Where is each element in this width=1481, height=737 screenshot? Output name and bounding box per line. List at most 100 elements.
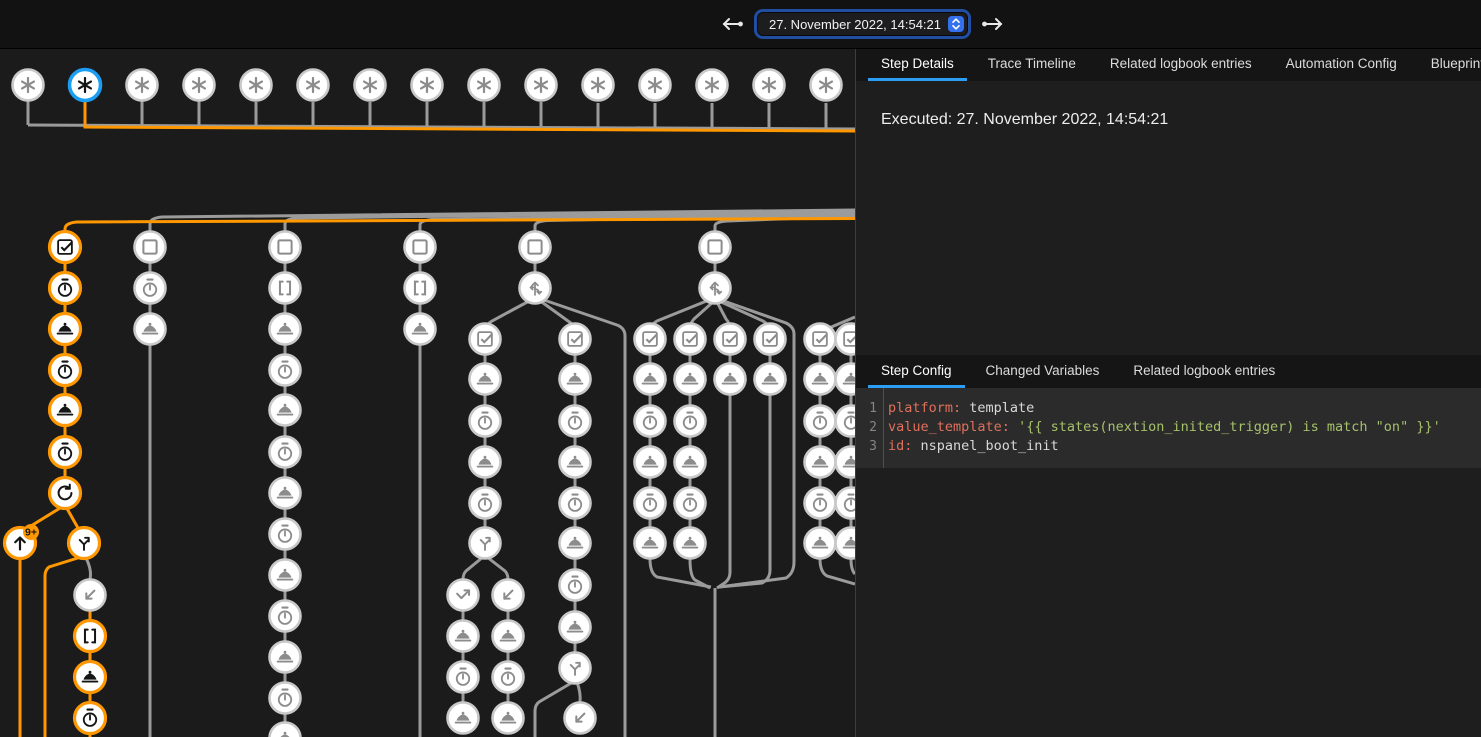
graph-node-delay[interactable] (270, 683, 301, 714)
graph-node-service[interactable] (836, 447, 856, 478)
graph-node-delay[interactable] (805, 406, 836, 437)
graph-node-service[interactable] (675, 528, 706, 559)
graph-node-service[interactable] (805, 447, 836, 478)
graph-node-arrow-bottom-left[interactable] (565, 703, 596, 734)
graph-node-trigger[interactable] (583, 70, 614, 101)
graph-node-blank-box[interactable] (270, 232, 301, 263)
graph-node-delay[interactable] (50, 437, 81, 468)
graph-node-delay[interactable] (470, 406, 501, 437)
graph-node-delay[interactable] (270, 437, 301, 468)
graph-node-service[interactable] (50, 395, 81, 426)
graph-node-service[interactable] (448, 703, 479, 734)
step-config-code[interactable]: 1platform: template2value_template: '{{ … (856, 388, 1481, 468)
graph-node-condition[interactable] (560, 324, 591, 355)
graph-node-condition[interactable] (805, 324, 836, 355)
graph-node-service[interactable] (635, 447, 666, 478)
tab-related-logbook-entries[interactable]: Related logbook entries (1120, 355, 1288, 388)
graph-node-delay[interactable] (270, 601, 301, 632)
graph-node-condition[interactable] (715, 324, 746, 355)
graph-node-delay[interactable] (675, 488, 706, 519)
graph-node-delay[interactable] (675, 406, 706, 437)
graph-node-delay[interactable] (270, 519, 301, 550)
graph-node-arrow-up[interactable]: 9+ (5, 524, 40, 559)
graph-node-service[interactable] (755, 364, 786, 395)
graph-node-repeat[interactable] (50, 478, 81, 509)
graph-node-service[interactable] (715, 364, 746, 395)
graph-node-delay[interactable] (270, 355, 301, 386)
tab-trace-timeline[interactable]: Trace Timeline (975, 48, 1089, 81)
graph-node-trigger[interactable] (697, 70, 728, 101)
graph-node-service[interactable] (270, 560, 301, 591)
graph-node-delay[interactable] (470, 488, 501, 519)
tab-step-details[interactable]: Step Details (868, 48, 967, 81)
graph-node-service[interactable] (560, 364, 591, 395)
graph-node-service[interactable] (560, 447, 591, 478)
graph-node-service[interactable] (135, 314, 166, 345)
graph-node-service[interactable] (50, 314, 81, 345)
graph-node-service[interactable] (270, 723, 301, 737)
graph-node-delay[interactable] (50, 273, 81, 304)
tab-changed-variables[interactable]: Changed Variables (973, 355, 1113, 388)
run-date-select[interactable]: 27. November 2022, 14:54:21 (757, 12, 968, 36)
graph-node-delay[interactable] (50, 355, 81, 386)
graph-node-trigger[interactable] (298, 70, 329, 101)
graph-node-service[interactable] (560, 612, 591, 643)
tab-automation-config[interactable]: Automation Config (1273, 48, 1410, 81)
graph-node-trigger[interactable] (640, 70, 671, 101)
graph-node-condition[interactable] (635, 324, 666, 355)
graph-node-trigger[interactable] (412, 70, 443, 101)
graph-node-condition[interactable] (50, 232, 81, 263)
graph-node-condition[interactable] (470, 324, 501, 355)
graph-node-delay[interactable] (448, 662, 479, 693)
graph-node-trigger[interactable] (754, 70, 785, 101)
next-run-button[interactable] (979, 11, 1007, 37)
graph-node-service[interactable] (493, 703, 524, 734)
graph-node-service[interactable] (836, 364, 856, 395)
tab-step-config[interactable]: Step Config (868, 355, 965, 388)
graph-node-condition[interactable] (836, 324, 856, 355)
graph-node-trigger[interactable] (241, 70, 272, 101)
graph-node-service[interactable] (560, 528, 591, 559)
graph-node-service[interactable] (270, 642, 301, 673)
graph-node-delay[interactable] (836, 406, 856, 437)
graph-node-trigger[interactable] (469, 70, 500, 101)
graph-node-delay[interactable] (836, 488, 856, 519)
graph-node-service[interactable] (270, 314, 301, 345)
graph-node-blank-box[interactable] (135, 232, 166, 263)
tab-related-logbook-entries[interactable]: Related logbook entries (1097, 48, 1265, 81)
graph-node-delay[interactable] (75, 703, 106, 734)
graph-node-service[interactable] (448, 621, 479, 652)
graph-node-split[interactable] (470, 528, 501, 559)
graph-node-split[interactable] (560, 653, 591, 684)
graph-node-arrow-bottom-left[interactable] (75, 580, 106, 611)
trace-graph[interactable]: 9+ (0, 48, 855, 737)
tab-blueprint-config[interactable]: Blueprint Config (1418, 48, 1481, 81)
graph-node-blank-box[interactable] (520, 232, 551, 263)
graph-node-service[interactable] (836, 528, 856, 559)
graph-node-arrow-check[interactable] (448, 580, 479, 611)
graph-node-trigger[interactable] (355, 70, 386, 101)
graph-node-arrow-bottom-left[interactable] (493, 580, 524, 611)
graph-node-service[interactable] (805, 528, 836, 559)
graph-node-trigger[interactable] (526, 70, 557, 101)
graph-node-delay[interactable] (805, 488, 836, 519)
graph-node-delay[interactable] (560, 406, 591, 437)
graph-node-service[interactable] (635, 364, 666, 395)
graph-node-brackets[interactable] (270, 273, 301, 304)
graph-node-trigger[interactable] (184, 70, 215, 101)
graph-node-blank-box[interactable] (405, 232, 436, 263)
graph-node-delay[interactable] (493, 662, 524, 693)
graph-node-service[interactable] (675, 447, 706, 478)
graph-node-service[interactable] (405, 314, 436, 345)
graph-node-service[interactable] (493, 621, 524, 652)
graph-node-blank-box[interactable] (700, 232, 731, 263)
graph-node-delay[interactable] (560, 570, 591, 601)
graph-node-brackets[interactable] (405, 273, 436, 304)
graph-node-delay[interactable] (635, 406, 666, 437)
graph-node-service[interactable] (675, 364, 706, 395)
graph-node-service[interactable] (470, 447, 501, 478)
graph-node-delay[interactable] (135, 273, 166, 304)
graph-node-delay[interactable] (560, 488, 591, 519)
graph-node-brackets[interactable] (75, 621, 106, 652)
graph-node-service[interactable] (470, 364, 501, 395)
